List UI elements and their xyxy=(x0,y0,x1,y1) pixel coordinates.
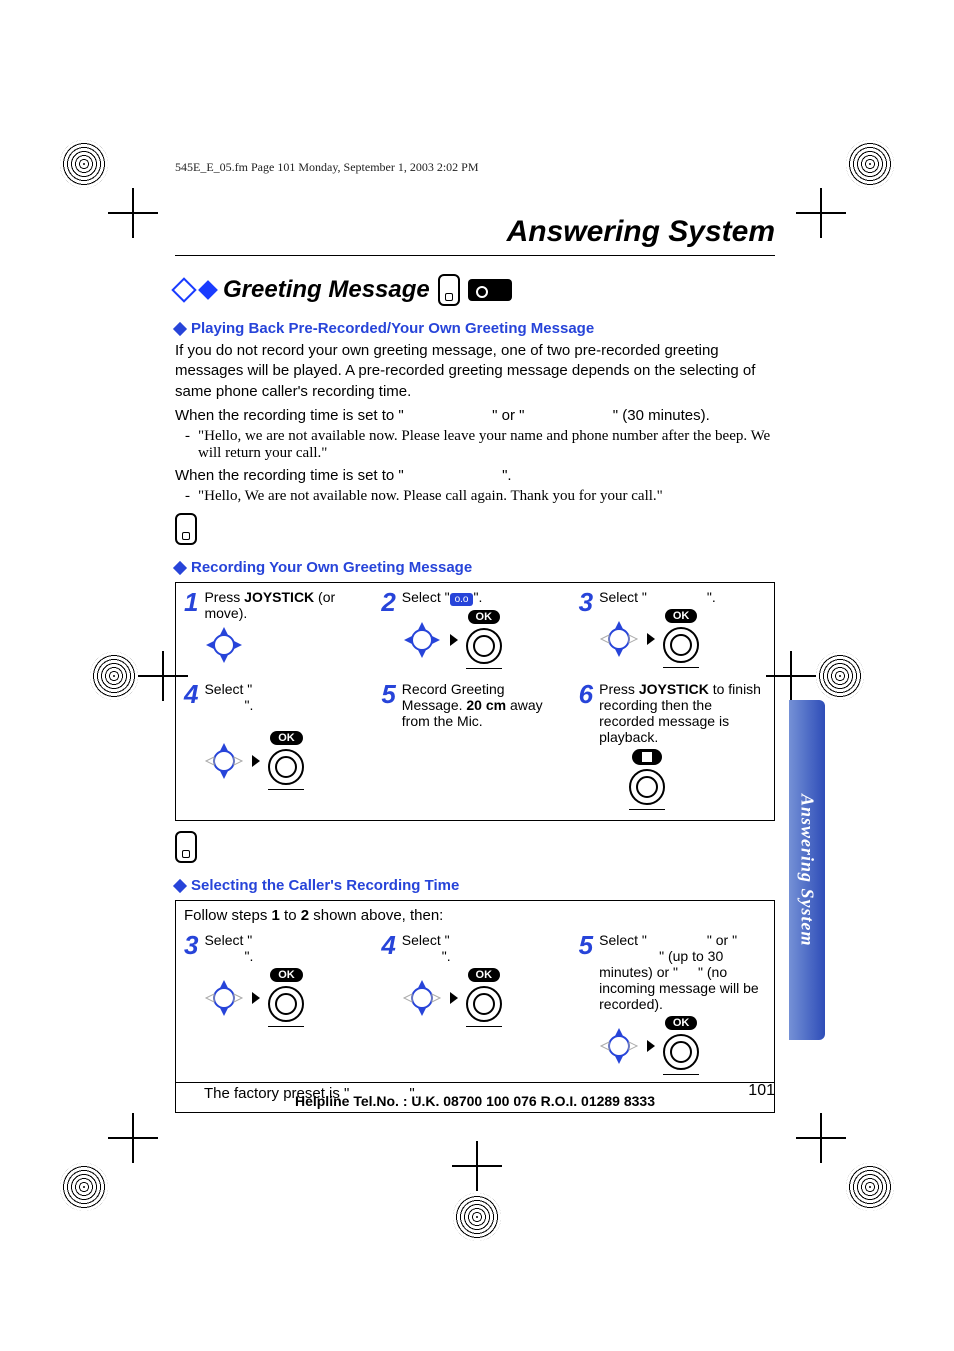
regmark-icon xyxy=(846,140,894,188)
quoted-message: - "Hello, We are not available now. Plea… xyxy=(185,488,775,505)
arrow-right-icon xyxy=(450,634,458,646)
helpline-text: Helpline Tel.No. : U.K. 08700 100 076 R.… xyxy=(295,1093,655,1109)
regmark-icon xyxy=(453,1193,501,1241)
regmark-icon xyxy=(90,652,138,700)
handset-icon xyxy=(175,831,197,863)
joystick-updown-icon xyxy=(204,978,244,1018)
page-number: 101 xyxy=(748,1082,775,1100)
content-area: 545E_E_05.fm Page 101 Monday, September … xyxy=(175,160,775,1113)
step-3b: 3 Select "". OK xyxy=(184,932,371,1075)
diamond-icon xyxy=(198,280,218,300)
step-4: 4 Select "". OK xyxy=(184,681,371,810)
subheading-rectime: Selecting the Caller's Recording Time xyxy=(175,877,775,894)
ok-button-icon: OK xyxy=(466,968,502,1027)
diamond-icon xyxy=(173,879,187,893)
arrow-right-icon xyxy=(647,633,655,645)
crosshair-icon xyxy=(806,1123,836,1153)
crosshair-icon xyxy=(462,1151,492,1181)
subheading-playback: Playing Back Pre-Recorded/Your Own Greet… xyxy=(175,320,775,337)
arrow-right-icon xyxy=(450,992,458,1004)
answering-machine-icon xyxy=(468,279,512,301)
regmark-icon xyxy=(846,1163,894,1211)
regmark-icon xyxy=(60,1163,108,1211)
side-tab-label: Answering System xyxy=(797,794,818,947)
side-tab: Answering System xyxy=(789,700,825,1040)
ok-button-icon: OK xyxy=(466,610,502,669)
joystick-updown-icon xyxy=(599,619,639,659)
body-line: When the recording time is set to " " or… xyxy=(175,406,775,426)
subheading-text: Recording Your Own Greeting Message xyxy=(191,559,472,576)
handset-icon xyxy=(175,513,197,545)
steps-box-record: 1 Press JOYSTICK (or move). xyxy=(175,582,775,821)
ok-button-icon: OK xyxy=(268,731,304,790)
quoted-message: - "Hello, we are not available now. Plea… xyxy=(185,428,775,462)
step-4b: 4 Select "". OK xyxy=(381,932,568,1075)
step-5: 5 Record Greeting Message. 20 cm away fr… xyxy=(381,681,568,810)
step-5b: 5 Select "" or "" (up to 30 minutes) or … xyxy=(579,932,766,1075)
diamond-icon xyxy=(171,277,196,302)
arrow-right-icon xyxy=(647,1040,655,1052)
step-6: 6 Press JOYSTICK to finish recording the… xyxy=(579,681,766,810)
joystick-all-icon xyxy=(204,625,244,665)
crosshair-icon xyxy=(118,1123,148,1153)
divider xyxy=(175,1082,775,1083)
joystick-updown-icon xyxy=(204,741,244,781)
page: 545E_E_05.fm Page 101 Monday, September … xyxy=(0,0,954,1351)
crosshair-icon xyxy=(776,661,806,691)
body-paragraph: If you do not record your own greeting m… xyxy=(175,341,775,402)
answer-system-icon: o.o xyxy=(450,593,474,606)
joystick-updown-icon xyxy=(599,1026,639,1066)
diamond-icon xyxy=(173,321,187,335)
section-header: Greeting Message xyxy=(175,274,775,306)
diamond-icon xyxy=(173,561,187,575)
step-1: 1 Press JOYSTICK (or move). xyxy=(184,589,371,669)
ok-button-icon: OK xyxy=(663,609,699,668)
source-header: 545E_E_05.fm Page 101 Monday, September … xyxy=(175,160,775,175)
crosshair-icon xyxy=(806,198,836,228)
body-line: When the recording time is set to " ". xyxy=(175,466,775,486)
step-3: 3 Select "". OK xyxy=(579,589,766,669)
divider xyxy=(175,255,775,256)
regmark-icon xyxy=(60,140,108,188)
stop-button-icon xyxy=(629,749,665,810)
crosshair-icon xyxy=(118,198,148,228)
chapter-title: Answering System xyxy=(175,215,775,249)
regmark-icon xyxy=(816,652,864,700)
crosshair-icon xyxy=(148,661,178,691)
joystick-all-icon xyxy=(402,620,442,660)
ok-button-icon: OK xyxy=(268,968,304,1027)
subheading-text: Selecting the Caller's Recording Time xyxy=(191,877,459,894)
joystick-updown-icon xyxy=(402,978,442,1018)
step-2: 2 Select "o.o". OK xyxy=(381,589,568,669)
section-title: Greeting Message xyxy=(223,276,430,304)
handset-icon xyxy=(438,274,460,306)
footer: Helpline Tel.No. : U.K. 08700 100 076 R.… xyxy=(175,1080,775,1109)
subheading-text: Playing Back Pre-Recorded/Your Own Greet… xyxy=(191,320,594,337)
subheading-record: Recording Your Own Greeting Message xyxy=(175,559,775,576)
arrow-right-icon xyxy=(252,755,260,767)
ok-button-icon: OK xyxy=(663,1016,699,1075)
instruction-line: Follow steps 1 to 2 shown above, then: xyxy=(184,907,766,924)
arrow-right-icon xyxy=(252,992,260,1004)
